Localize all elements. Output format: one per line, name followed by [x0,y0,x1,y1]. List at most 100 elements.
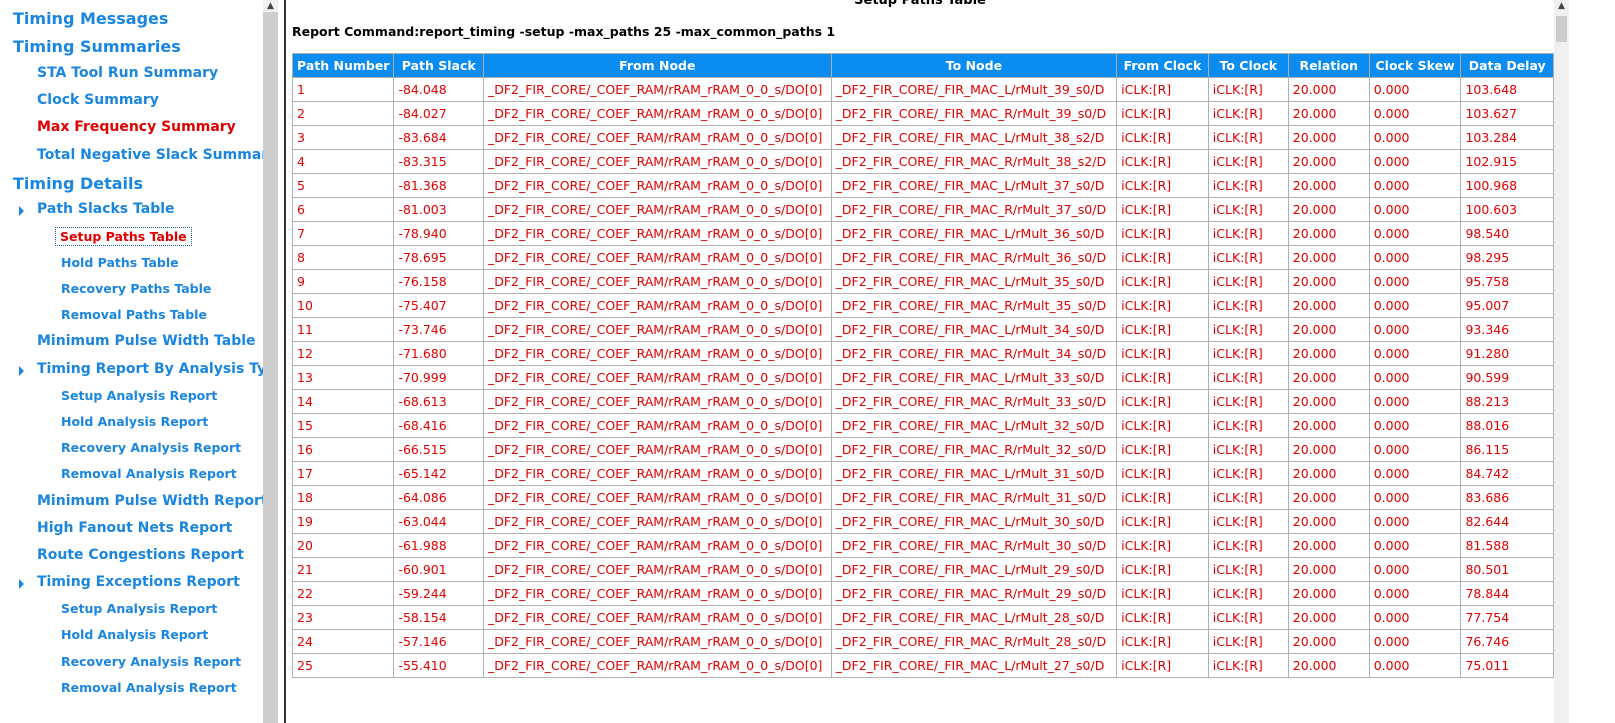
sidebar-scrollbar[interactable]: ▲ [263,0,278,723]
sidebar-item[interactable]: Setup Analysis Report [61,388,217,403]
table-row: 22 -59.244 _DF2_FIR_CORE/_COEF_RAM/rRAM_rR… [291,581,1554,606]
table-row: 16 -66.515 _DF2_FIR_CORE/_COEF_RAM/rRAM_rR… [291,437,1554,462]
table-cell: 0.000 [1368,101,1462,126]
sidebar-item[interactable]: Setup Analysis Report [61,601,217,616]
sidebar-item[interactable]: Hold Paths Table [61,255,179,270]
table-cell: 81.588 [1460,533,1554,558]
sidebar-item[interactable]: Max Frequency Summary [37,119,236,135]
table-cell: _DF2_FIR_CORE/_COEF_RAM/rRAM_rRAM_0_0_s/… [482,221,832,246]
scroll-up-icon[interactable]: ▲ [1554,0,1569,12]
table-cell: -65.142 [393,461,484,486]
table-cell: 20.000 [1287,77,1370,102]
sidebar-item[interactable]: Removal Analysis Report [61,466,237,481]
table-cell: _DF2_FIR_CORE/_COEF_RAM/rRAM_rRAM_0_0_s/… [482,197,832,222]
table-cell: 83.686 [1460,485,1554,510]
sidebar-item[interactable]: Timing Summaries [13,37,181,56]
column-header[interactable]: From Clock [1116,53,1209,78]
table-cell: 0.000 [1368,221,1462,246]
expand-arrow-icon[interactable] [19,206,24,216]
table-cell: iCLK:[R] [1116,173,1209,198]
table-cell: 93.346 [1460,317,1554,342]
column-header[interactable]: Data Delay [1460,53,1554,78]
table-cell: iCLK:[R] [1116,317,1209,342]
table-cell: 20.000 [1287,221,1370,246]
report-pane: Setup Paths Table Report Command:report_… [286,0,1554,723]
table-cell: 0.000 [1368,629,1462,654]
table-cell: _DF2_FIR_CORE/_FIR_MAC_L/rMult_37_s0/D [830,173,1118,198]
sidebar-item[interactable]: Total Negative Slack Summary [37,147,263,163]
column-header[interactable]: To Node [830,53,1118,78]
table-cell: _DF2_FIR_CORE/_FIR_MAC_L/rMult_39_s0/D [830,77,1118,102]
sidebar-item[interactable]: Path Slacks Table [37,201,175,217]
sidebar-item[interactable]: Timing Messages [13,9,168,28]
scrollbar-thumb[interactable] [1556,16,1567,42]
sidebar-item[interactable]: Recovery Analysis Report [61,440,241,455]
table-cell: _DF2_FIR_CORE/_FIR_MAC_L/rMult_30_s0/D [830,509,1118,534]
sidebar-item[interactable]: Route Congestions Report [37,547,244,563]
sidebar-item[interactable]: Timing Exceptions Report [37,574,240,590]
table-cell: 0.000 [1368,581,1462,606]
column-header[interactable]: Path Slack [393,53,484,78]
table-cell: _DF2_FIR_CORE/_FIR_MAC_L/rMult_36_s0/D [830,221,1118,246]
table-row: 8 -78.695 _DF2_FIR_CORE/_COEF_RAM/rRAM_rRA… [291,245,1554,270]
table-cell: _DF2_FIR_CORE/_COEF_RAM/rRAM_rRAM_0_0_s/… [482,509,832,534]
table-cell: _DF2_FIR_CORE/_FIR_MAC_R/rMult_33_s0/D [830,389,1118,414]
table-cell: 20.000 [1287,389,1370,414]
table-cell: 86.115 [1460,437,1554,462]
table-row: 23 -58.154 _DF2_FIR_CORE/_COEF_RAM/rRAM_rR… [291,605,1554,630]
table-cell: 0.000 [1368,437,1462,462]
expand-arrow-icon[interactable] [19,579,24,589]
sidebar-item[interactable]: Hold Analysis Report [61,414,208,429]
table-cell: iCLK:[R] [1207,389,1289,414]
table-cell: _DF2_FIR_CORE/_COEF_RAM/rRAM_rRAM_0_0_s/… [482,413,832,438]
table-cell: 0.000 [1368,197,1462,222]
table-cell: _DF2_FIR_CORE/_FIR_MAC_L/rMult_33_s0/D [830,365,1118,390]
table-row: 14 -68.613 _DF2_FIR_CORE/_COEF_RAM/rRAM_rR… [291,389,1554,414]
table-cell: 82.644 [1460,509,1554,534]
table-cell: 1 [291,77,395,102]
column-header[interactable]: Relation [1287,53,1370,78]
table-cell: 24 [291,629,395,654]
table-cell: _DF2_FIR_CORE/_COEF_RAM/rRAM_rRAM_0_0_s/… [482,245,832,270]
column-header[interactable]: Clock Skew [1368,53,1462,78]
table-cell: 0.000 [1368,149,1462,174]
sidebar-item[interactable]: Timing Details [13,174,143,193]
sidebar-item[interactable]: Setup Paths Table [55,227,192,246]
main-scrollbar[interactable]: ▲ [1554,0,1569,723]
table-cell: _DF2_FIR_CORE/_COEF_RAM/rRAM_rRAM_0_0_s/… [482,533,832,558]
column-header[interactable]: To Clock [1207,53,1289,78]
sidebar-item[interactable]: Removal Paths Table [61,307,207,322]
table-cell: -83.315 [393,149,484,174]
scroll-up-icon[interactable]: ▲ [263,0,278,12]
sidebar-item[interactable]: Removal Analysis Report [61,680,237,695]
expand-arrow-icon[interactable] [19,366,24,376]
sidebar-item[interactable]: STA Tool Run Summary [37,65,218,81]
table-cell: 95.758 [1460,269,1554,294]
sidebar-item[interactable]: Minimum Pulse Width Table [37,333,256,349]
table-cell: 0.000 [1368,173,1462,198]
table-cell: 20.000 [1287,461,1370,486]
column-header[interactable]: From Node [482,53,832,78]
table-cell: _DF2_FIR_CORE/_FIR_MAC_L/rMult_31_s0/D [830,461,1118,486]
table-cell: -55.410 [393,653,484,678]
table-cell: 0.000 [1368,341,1462,366]
table-cell: iCLK:[R] [1207,365,1289,390]
table-cell: 3 [291,125,395,150]
table-row: 11 -73.746 _DF2_FIR_CORE/_COEF_RAM/rRAM_rR… [291,317,1554,342]
table-cell: 0.000 [1368,389,1462,414]
sidebar-item[interactable]: High Fanout Nets Report [37,520,232,536]
table-cell: 14 [291,389,395,414]
sidebar-item[interactable]: Recovery Analysis Report [61,654,241,669]
setup-paths-table: Path Number Path Slack From Node To Node Fro… [291,53,1554,678]
table-cell: _DF2_FIR_CORE/_FIR_MAC_L/rMult_29_s0/D [830,557,1118,582]
table-cell: 20.000 [1287,269,1370,294]
sidebar-item[interactable]: Hold Analysis Report [61,627,208,642]
sidebar-item[interactable]: Clock Summary [37,92,159,108]
table-cell: -71.680 [393,341,484,366]
column-header[interactable]: Path Number [291,53,395,78]
sidebar-item[interactable]: Recovery Paths Table [61,281,211,296]
sidebar-item[interactable]: Timing Report By Analysis Type [37,361,263,377]
sidebar-item[interactable]: Minimum Pulse Width Report [37,493,263,509]
table-cell: _DF2_FIR_CORE/_FIR_MAC_R/rMult_39_s0/D [830,101,1118,126]
table-row: 24 -57.146 _DF2_FIR_CORE/_COEF_RAM/rRAM_rR… [291,629,1554,654]
